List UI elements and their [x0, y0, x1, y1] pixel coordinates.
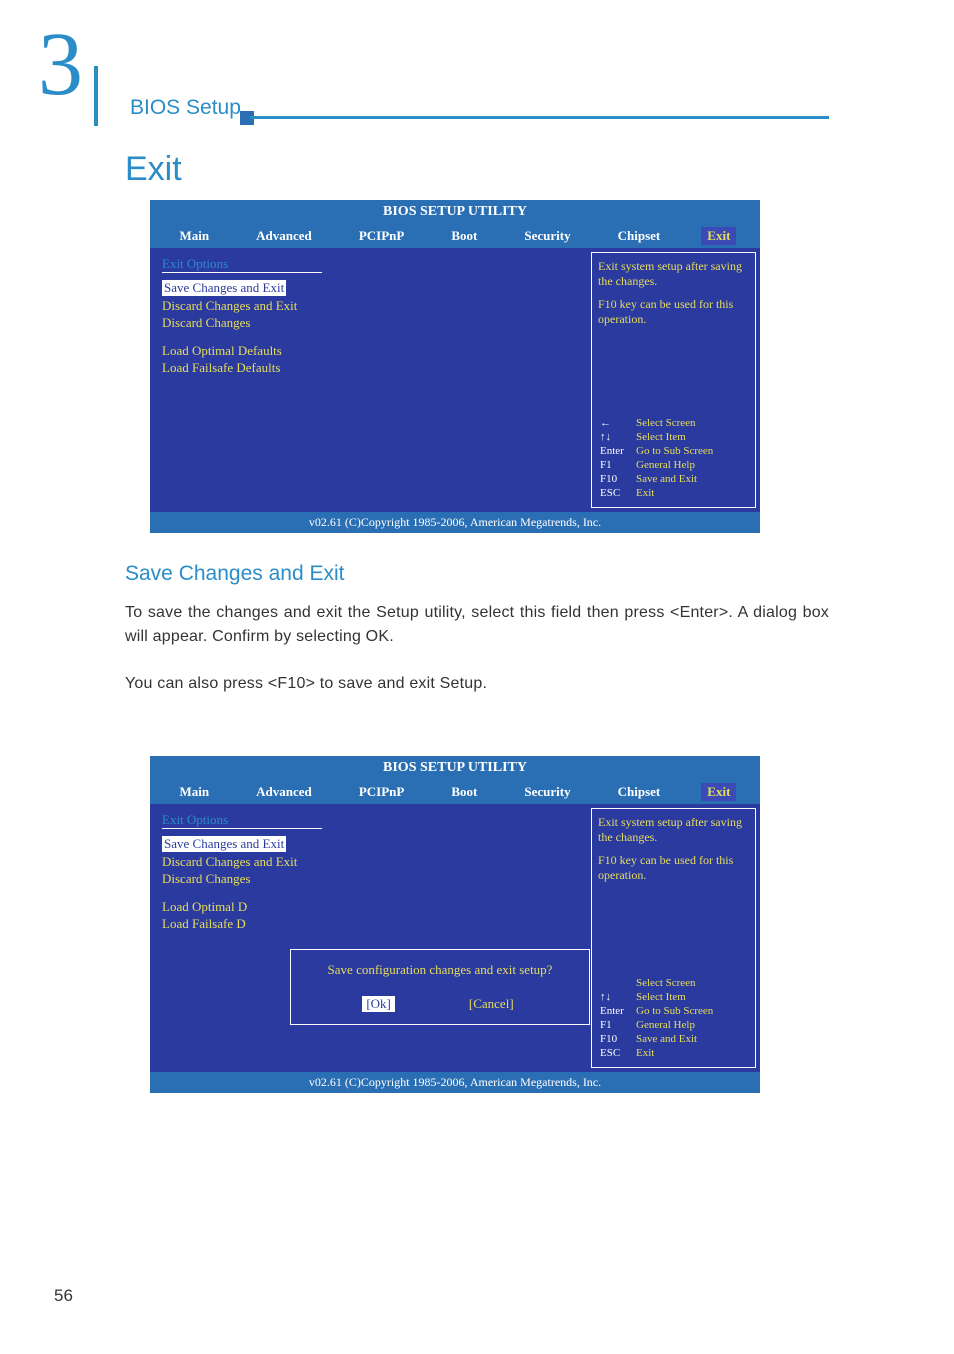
bios-help-panel: Exit system setup after saving the chang…: [591, 808, 756, 1068]
rule-box: [240, 111, 254, 125]
key-help-table: Select Screen ↑↓Select Item EnterGo to S…: [598, 975, 749, 1061]
section-heading: Save Changes and Exit: [125, 562, 344, 586]
key-f10: F10: [600, 1033, 634, 1045]
key-help-table: ←Select Screen ↑↓Select Item EnterGo to …: [598, 415, 749, 501]
key-select-item: Select Item: [636, 431, 747, 443]
key-f10: F10: [600, 473, 634, 485]
menu-divider: [162, 828, 322, 829]
key-go-sub: Go to Sub Screen: [636, 445, 747, 457]
page-title: Exit: [125, 150, 182, 189]
tab-advanced[interactable]: Advanced: [250, 227, 318, 245]
help-text-1: Exit system setup after saving the chang…: [598, 815, 749, 845]
exit-options-heading: Exit Options: [162, 812, 579, 828]
menu-discard-changes[interactable]: Discard Changes: [162, 315, 579, 331]
menu-discard-changes-exit[interactable]: Discard Changes and Exit: [162, 854, 579, 870]
key-f1: F1: [600, 1019, 634, 1031]
bios-title: BIOS SETUP UTILITY: [150, 200, 760, 224]
header-label: BIOS Setup: [130, 96, 241, 120]
key-arrow-updown: ↑↓: [600, 991, 634, 1003]
bios-tab-bar: Main Advanced PCIPnP Boot Security Chips…: [150, 224, 760, 248]
key-enter: Enter: [600, 1005, 634, 1017]
exit-options-heading: Exit Options: [162, 256, 579, 272]
key-esc: ESC: [600, 1047, 634, 1059]
tab-main[interactable]: Main: [174, 783, 216, 801]
key-select-screen: Select Screen: [636, 977, 747, 989]
tab-main[interactable]: Main: [174, 227, 216, 245]
tab-exit[interactable]: Exit: [701, 783, 736, 801]
menu-load-failsafe-defaults[interactable]: Load Failsafe Defaults: [162, 360, 579, 376]
bios-title: BIOS SETUP UTILITY: [150, 756, 760, 780]
key-arrow-left: ←: [600, 417, 634, 429]
ok-button[interactable]: [Ok]: [362, 996, 395, 1012]
dialog-message: Save configuration changes and exit setu…: [303, 962, 577, 978]
key-arrow-updown: ↑↓: [600, 431, 634, 443]
key-general-help: General Help: [636, 459, 747, 471]
tab-pcipnp[interactable]: PCIPnP: [353, 783, 411, 801]
key-enter: Enter: [600, 445, 634, 457]
body-paragraph-1: To save the changes and exit the Setup u…: [125, 601, 829, 649]
key-exit: Exit: [636, 1047, 747, 1059]
menu-load-optimal-defaults-trunc[interactable]: Load Optimal D: [162, 899, 579, 915]
tab-pcipnp[interactable]: PCIPnP: [353, 227, 411, 245]
help-text-2: F10 key can be used for this operation.: [598, 297, 749, 327]
bios-menu-panel: Exit Options Save Changes and Exit Disca…: [150, 248, 591, 512]
help-text-1: Exit system setup after saving the chang…: [598, 259, 749, 289]
bios-screenshot-save-dialog: BIOS SETUP UTILITY Main Advanced PCIPnP …: [150, 756, 760, 1086]
confirm-dialog: Save configuration changes and exit setu…: [290, 949, 590, 1025]
menu-save-changes-exit[interactable]: Save Changes and Exit: [162, 280, 286, 296]
bios-menu-panel: Exit Options Save Changes and Exit Disca…: [150, 804, 591, 1072]
tab-security[interactable]: Security: [518, 227, 576, 245]
key-general-help: General Help: [636, 1019, 747, 1031]
bios-body: Exit Options Save Changes and Exit Disca…: [150, 248, 760, 512]
bios-screenshot-exit-menu: BIOS SETUP UTILITY Main Advanced PCIPnP …: [150, 200, 760, 526]
tab-chipset[interactable]: Chipset: [612, 227, 667, 245]
menu-divider: [162, 272, 322, 273]
tab-exit[interactable]: Exit: [701, 227, 736, 245]
key-save-exit: Save and Exit: [636, 1033, 747, 1045]
key-f1: F1: [600, 459, 634, 471]
key-go-sub: Go to Sub Screen: [636, 1005, 747, 1017]
bios-footer: v02.61 (C)Copyright 1985-2006, American …: [150, 512, 760, 533]
key-save-exit: Save and Exit: [636, 473, 747, 485]
menu-save-changes-exit[interactable]: Save Changes and Exit: [162, 836, 286, 852]
menu-load-failsafe-defaults-trunc[interactable]: Load Failsafe D: [162, 916, 579, 932]
body-paragraph-2: You can also press <F10> to save and exi…: [125, 672, 829, 696]
key-exit: Exit: [636, 487, 747, 499]
menu-load-optimal-defaults[interactable]: Load Optimal Defaults: [162, 343, 579, 359]
bios-body: Exit Options Save Changes and Exit Disca…: [150, 804, 760, 1072]
tab-chipset[interactable]: Chipset: [612, 783, 667, 801]
tab-boot[interactable]: Boot: [445, 227, 483, 245]
cancel-button[interactable]: [Cancel]: [465, 996, 518, 1012]
bios-tab-bar: Main Advanced PCIPnP Boot Security Chips…: [150, 780, 760, 804]
bios-footer: v02.61 (C)Copyright 1985-2006, American …: [150, 1072, 760, 1093]
tab-boot[interactable]: Boot: [445, 783, 483, 801]
menu-discard-changes-exit[interactable]: Discard Changes and Exit: [162, 298, 579, 314]
bios-help-panel: Exit system setup after saving the chang…: [591, 252, 756, 508]
key-select-screen: Select Screen: [636, 417, 747, 429]
help-text-2: F10 key can be used for this operation.: [598, 853, 749, 883]
dialog-button-row: [Ok] [Cancel]: [303, 996, 577, 1012]
tab-security[interactable]: Security: [518, 783, 576, 801]
page-number: 56: [54, 1286, 73, 1306]
tab-advanced[interactable]: Advanced: [250, 783, 318, 801]
key-esc: ESC: [600, 487, 634, 499]
chapter-number: 3: [38, 20, 83, 110]
key-select-item: Select Item: [636, 991, 747, 1003]
menu-discard-changes[interactable]: Discard Changes: [162, 871, 579, 887]
